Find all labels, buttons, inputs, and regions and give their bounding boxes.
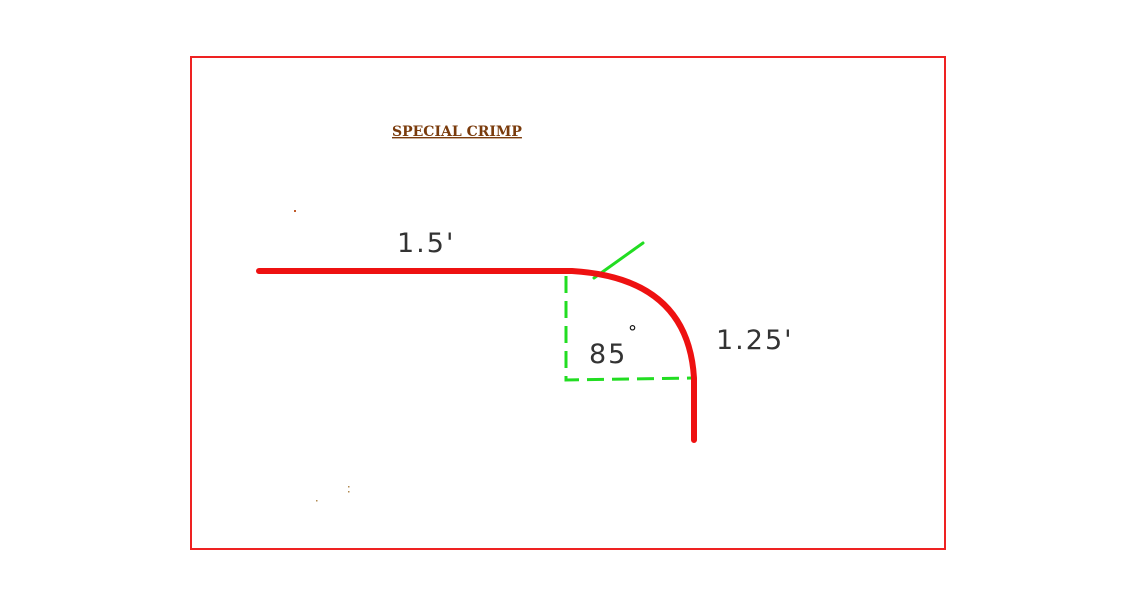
stray-mark	[316, 500, 318, 502]
crimp-drawing: SPECIAL CRIMP 1.5' 1.25' 85 °	[190, 56, 946, 550]
side-length-label: 1.25'	[716, 325, 794, 356]
top-length-label: 1.5'	[397, 228, 455, 259]
angle-value-label: 85	[589, 339, 627, 370]
crimp-profile	[256, 268, 697, 443]
angle-degree-symbol: °	[628, 322, 637, 343]
stray-mark	[348, 486, 350, 488]
drawing-frame	[190, 56, 946, 550]
stray-mark	[348, 491, 350, 493]
stray-mark	[294, 210, 296, 212]
drawing-title: SPECIAL CRIMP	[392, 124, 522, 140]
